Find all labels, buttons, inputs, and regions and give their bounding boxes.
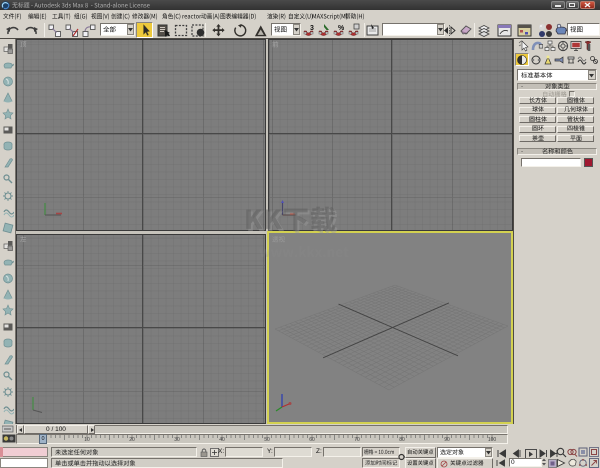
svg-text:3: 3	[310, 25, 314, 32]
svg-text:%: %	[338, 25, 345, 32]
